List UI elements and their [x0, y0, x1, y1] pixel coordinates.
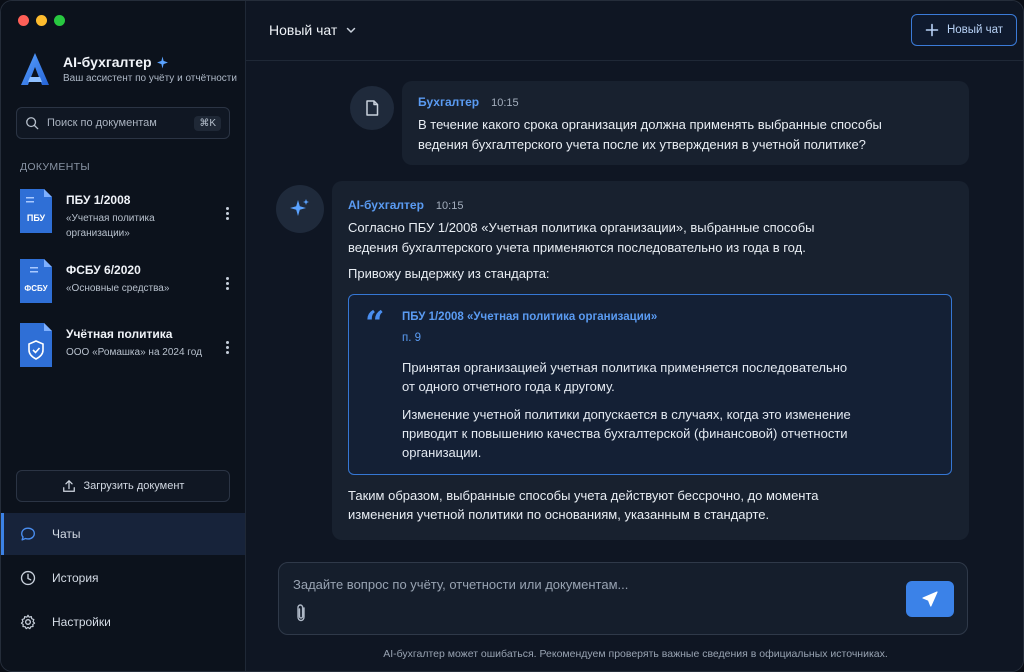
brand-subtitle: Ваш ассистент по учёту и отчётности: [63, 73, 237, 84]
message-composer[interactable]: Задайте вопрос по учёту, отчетности или …: [278, 562, 968, 635]
nav-item-settings[interactable]: Настройки: [1, 601, 245, 643]
search-icon: [26, 117, 39, 130]
document-badge: ФСБУ: [24, 284, 48, 293]
message-text: ведения бухгалтерского учета применяются…: [348, 240, 806, 255]
minimize-window-button[interactable]: [36, 15, 47, 26]
document-subtitle: «Учетная политика: [66, 213, 155, 224]
chat-title: Новый чат: [269, 22, 338, 38]
quote-text: от одного отчетного года к другому.: [402, 379, 615, 394]
message-author: AI-бухгалтер: [348, 198, 424, 212]
fsbu-document-icon: ФСБУ: [20, 259, 52, 303]
search-input[interactable]: Поиск по документам ⌘K: [16, 107, 230, 139]
chat-icon: [21, 527, 35, 541]
documents-section-label: ДОКУМЕНТЫ: [20, 161, 90, 173]
gear-icon: [20, 614, 36, 630]
sparkle-icon: [156, 56, 168, 68]
document-title: ФСБУ 6/2020: [66, 263, 141, 277]
document-subtitle: ООО «Ромашка» на 2024 год: [66, 347, 202, 358]
document-title: Учётная политика: [66, 327, 173, 341]
shield-document-icon: [20, 323, 52, 367]
clock-icon: [20, 570, 36, 586]
message-text: Привожу выдержку из стандарта:: [348, 266, 550, 281]
search-shortcut-badge: ⌘K: [194, 115, 221, 131]
document-title: ПБУ 1/2008: [66, 193, 131, 207]
document-subtitle-line2: организации»: [66, 228, 130, 239]
message-text: Таким образом, выбранные способы учета д…: [348, 488, 819, 503]
pbu-document-icon: ПБУ: [20, 189, 52, 233]
document-subtitle: «Основные средства»: [66, 283, 170, 294]
topbar: Новый чат Новый чат: [246, 1, 1023, 61]
quote-text: Изменение учетной политики допускается в…: [402, 407, 851, 422]
standard-quote: “ ПБУ 1/2008 «Учетная политика организац…: [348, 294, 952, 475]
quote-text: Принятая организацией учетная политика п…: [402, 360, 848, 375]
nav-label: Чаты: [52, 527, 81, 541]
new-chat-label: Новый чат: [946, 24, 1004, 36]
message-time: 10:15: [491, 97, 519, 109]
plus-icon: [925, 23, 939, 37]
document-item-pbu[interactable]: ПБУ ПБУ 1/2008 «Учетная политика организ…: [18, 187, 233, 241]
nav-item-chats[interactable]: Чаты: [1, 513, 245, 555]
document-badge: ПБУ: [27, 213, 46, 223]
user-avatar: [350, 86, 394, 130]
paperclip-icon[interactable]: [293, 603, 309, 623]
document-more-button[interactable]: [221, 203, 233, 223]
message-text: В течение какого срока организация должн…: [418, 117, 882, 132]
document-item-fsbu[interactable]: ФСБУ ФСБУ 6/2020 «Основные средства»: [18, 257, 233, 311]
nav-label: История: [52, 571, 99, 585]
upload-document-label: Загрузить документ: [83, 480, 185, 492]
window-controls: [18, 15, 65, 26]
message-text: ведения бухгалтерского учета после их ут…: [418, 137, 866, 152]
message-text: Согласно ПБУ 1/2008 «Учетная политика ор…: [348, 220, 815, 235]
nav-label: Настройки: [52, 615, 111, 629]
document-more-button[interactable]: [221, 273, 233, 293]
message-time: 10:15: [435, 200, 464, 212]
nav-item-history[interactable]: История: [1, 557, 245, 599]
search-placeholder: Поиск по документам: [47, 117, 157, 129]
upload-icon: [62, 480, 75, 492]
send-icon: [922, 591, 938, 607]
upload-document-button[interactable]: Загрузить документ: [16, 470, 230, 502]
brand-title: AI-бухгалтер: [63, 54, 152, 70]
chat-title-dropdown[interactable]: Новый чат: [269, 22, 357, 38]
message-input[interactable]: Задайте вопрос по учёту, отчетности или …: [293, 577, 628, 592]
assistant-avatar: [276, 185, 324, 233]
message-text: изменения учетной политики по основаниям…: [348, 507, 770, 522]
sparkle-icon: [290, 199, 309, 216]
new-chat-button[interactable]: Новый чат: [911, 14, 1017, 46]
quote-text: приводит к повышению качества бухгалтерс…: [402, 426, 848, 441]
document-item-policy[interactable]: Учётная политика ООО «Ромашка» на 2024 г…: [18, 321, 233, 375]
user-message: Бухгалтер 10:15 В течение какого срока о…: [402, 81, 969, 165]
chevron-down-icon: [347, 27, 356, 33]
assistant-message: AI-бухгалтер 10:15 Согласно ПБУ 1/2008 «…: [332, 181, 969, 540]
message-author: Бухгалтер: [418, 95, 480, 109]
send-button[interactable]: [906, 581, 954, 617]
quote-icon: “: [365, 304, 385, 344]
quote-source: ПБУ 1/2008 «Учетная политика организации…: [402, 311, 658, 323]
brand: AI-бухгалтер Ваш ассистент по учёту и от…: [17, 51, 237, 87]
document-icon: [366, 100, 379, 116]
sidebar: AI-бухгалтер Ваш ассистент по учёту и от…: [1, 1, 246, 671]
chat-panel: Новый чат Новый чат Бухгалтер 10:15 В те…: [246, 1, 1023, 671]
disclaimer: AI-бухгалтер может ошибаться. Рекомендуе…: [383, 648, 888, 660]
document-more-button[interactable]: [221, 337, 233, 357]
app-window: AI-бухгалтер Ваш ассистент по учёту и от…: [0, 0, 1024, 672]
maximize-window-button[interactable]: [54, 15, 65, 26]
quote-point: п. 9: [402, 332, 422, 344]
quote-text: организации.: [402, 445, 482, 460]
app-logo-icon: [21, 53, 49, 85]
close-window-button[interactable]: [18, 15, 29, 26]
